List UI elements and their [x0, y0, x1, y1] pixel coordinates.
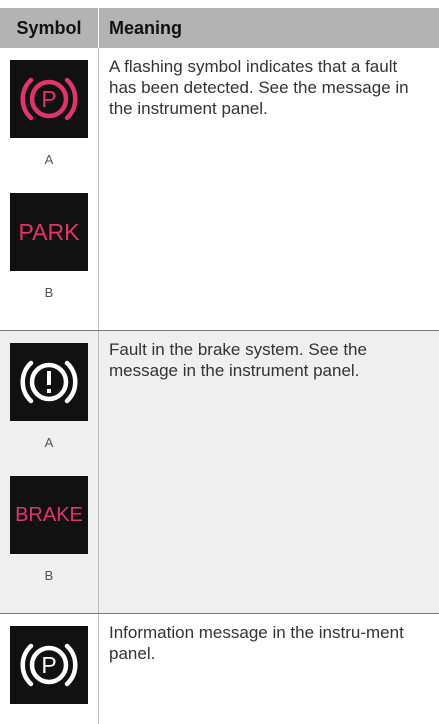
icon-label: A: [44, 152, 54, 167]
svg-text:P: P: [41, 652, 56, 678]
page-heading-clipped: [0, 0, 439, 8]
table-header-row: Symbol Meaning: [0, 8, 439, 48]
symbols-table: Symbol Meaning P A PARK B A flashing sym…: [0, 8, 439, 724]
icon-label: B: [44, 285, 54, 300]
symbol-cell: A BRAKE B: [0, 331, 99, 613]
table-row: P A PARK B A flashing symbol indicates t…: [0, 48, 439, 331]
brake-warning-exclamation-icon: [10, 343, 88, 421]
meaning-text: Information message in the instru-ment p…: [109, 623, 404, 663]
symbol-cell: P: [0, 614, 99, 724]
meaning-column-header: Meaning: [109, 17, 183, 38]
meaning-text: Fault in the brake system. See the messa…: [109, 340, 367, 380]
parking-brake-p-icon: P: [10, 60, 88, 138]
icon-label: A: [44, 435, 54, 450]
park-text-icon: PARK: [10, 193, 88, 271]
table-row: A BRAKE B Fault in the brake system. See…: [0, 331, 439, 614]
parking-brake-p-icon: P: [10, 626, 88, 704]
svg-text:P: P: [41, 86, 56, 112]
symbol-cell: P A PARK B: [0, 48, 99, 330]
symbol-column-header: Symbol: [0, 8, 99, 48]
table-row: P Information message in the instru-ment…: [0, 614, 439, 724]
brake-text-icon: BRAKE: [10, 476, 88, 554]
icon-label: B: [44, 568, 54, 583]
meaning-text: A flashing symbol indicates that a fault…: [109, 57, 409, 118]
